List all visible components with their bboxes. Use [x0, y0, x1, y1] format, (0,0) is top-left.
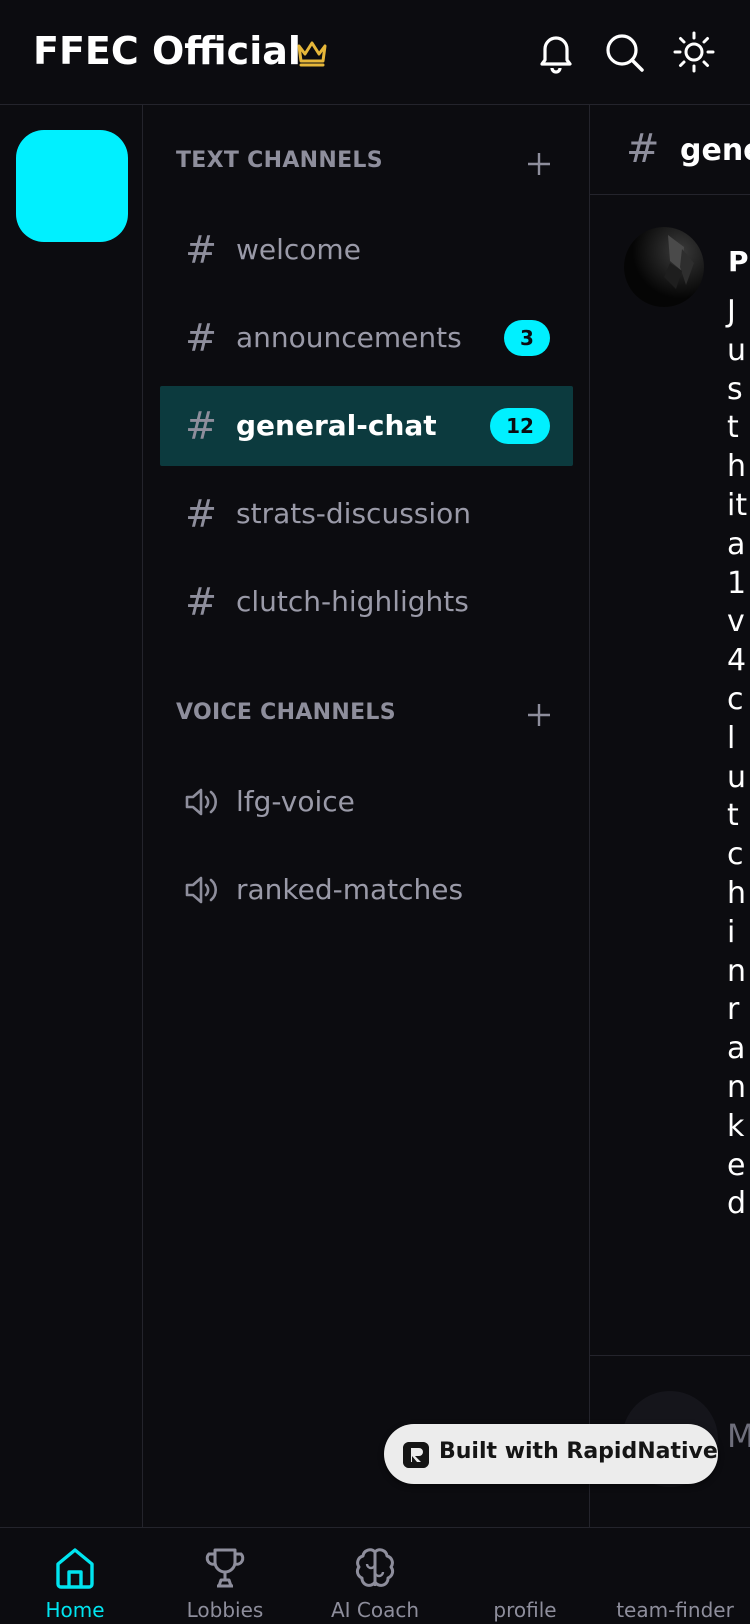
channel-label: clutch-highlights: [236, 585, 469, 618]
hash-icon: #: [185, 228, 217, 272]
tab-profile[interactable]: profile: [450, 1528, 600, 1624]
avatar-image: [664, 235, 694, 289]
built-with-badge[interactable]: Built with RapidNative: [384, 1424, 718, 1484]
voice-channels-heading: VOICE CHANNELS: [176, 700, 396, 725]
crown-icon: [297, 41, 327, 67]
rapidnative-logo-icon: [403, 1442, 429, 1468]
server-rail: [0, 105, 143, 1527]
message-input[interactable]: M: [727, 1417, 750, 1455]
hash-icon: #: [626, 126, 660, 172]
channel-item-announcements[interactable]: # announcements 3: [160, 298, 573, 378]
voice-channel-lfg-voice[interactable]: lfg-voice: [160, 762, 573, 842]
app-header: FFEC Official: [0, 0, 750, 105]
channel-label: welcome: [236, 233, 361, 266]
hash-icon: #: [185, 492, 217, 536]
chat-header: # general-chat: [590, 105, 750, 195]
voice-channel-ranked-matches[interactable]: ranked-matches: [160, 850, 573, 930]
channel-item-general-chat[interactable]: # general-chat 12: [160, 386, 573, 466]
server-icon[interactable]: [16, 130, 128, 242]
add-text-channel-icon[interactable]: [526, 151, 552, 177]
speaker-icon: [185, 876, 217, 904]
tab-label: team-finder: [616, 1598, 734, 1622]
chat-channel-title: general-chat: [680, 133, 750, 168]
search-icon[interactable]: [602, 30, 646, 74]
channel-item-clutch-highlights[interactable]: # clutch-highlights: [160, 562, 573, 642]
composer-divider: [590, 1355, 750, 1356]
channel-list: TEXT CHANNELS # welcome # announcements …: [143, 105, 590, 1527]
bottom-tab-bar: Home Lobbies AI Coach profile team-finde…: [0, 1527, 750, 1624]
hash-icon: #: [185, 580, 217, 624]
home-icon: [56, 1548, 94, 1589]
message-author: Pr: [728, 245, 750, 278]
bell-icon[interactable]: [534, 30, 578, 74]
tab-ai-coach[interactable]: AI Coach: [300, 1528, 450, 1624]
message-text: Just hit a 1v4 clutch in ranked!: [727, 294, 750, 1222]
unread-badge: 3: [504, 320, 550, 356]
tab-label: Lobbies: [186, 1598, 264, 1622]
tab-team-finder[interactable]: team-finder: [600, 1528, 750, 1624]
hash-icon: #: [185, 316, 217, 360]
tab-label: Home: [45, 1598, 105, 1622]
brain-icon: [355, 1548, 395, 1587]
server-title: FFEC Official: [33, 29, 301, 73]
hash-icon: #: [185, 404, 217, 448]
channel-label: announcements: [236, 321, 462, 354]
trophy-icon: [205, 1548, 245, 1588]
channel-label: ranked-matches: [236, 873, 464, 906]
tab-home[interactable]: Home: [0, 1528, 150, 1624]
tab-lobbies[interactable]: Lobbies: [150, 1528, 300, 1624]
chat-pane: # general-chat Pr Just hit a 1v4 clutch …: [590, 105, 750, 1527]
text-channels-heading: TEXT CHANNELS: [176, 148, 383, 173]
speaker-icon: [185, 788, 217, 816]
channel-label: general-chat: [236, 409, 437, 442]
add-voice-channel-icon[interactable]: [526, 702, 552, 728]
channel-label: strats-discussion: [236, 497, 472, 530]
tab-label: profile: [493, 1598, 557, 1622]
unread-badge: 12: [490, 408, 550, 444]
channel-item-strats-discussion[interactable]: # strats-discussion: [160, 474, 573, 554]
avatar[interactable]: [624, 227, 704, 307]
channel-item-welcome[interactable]: # welcome: [160, 210, 573, 290]
built-with-label: Built with RapidNative: [439, 1439, 718, 1464]
sun-icon[interactable]: [672, 30, 716, 74]
tab-label: AI Coach: [330, 1598, 420, 1622]
channel-label: lfg-voice: [236, 785, 355, 818]
